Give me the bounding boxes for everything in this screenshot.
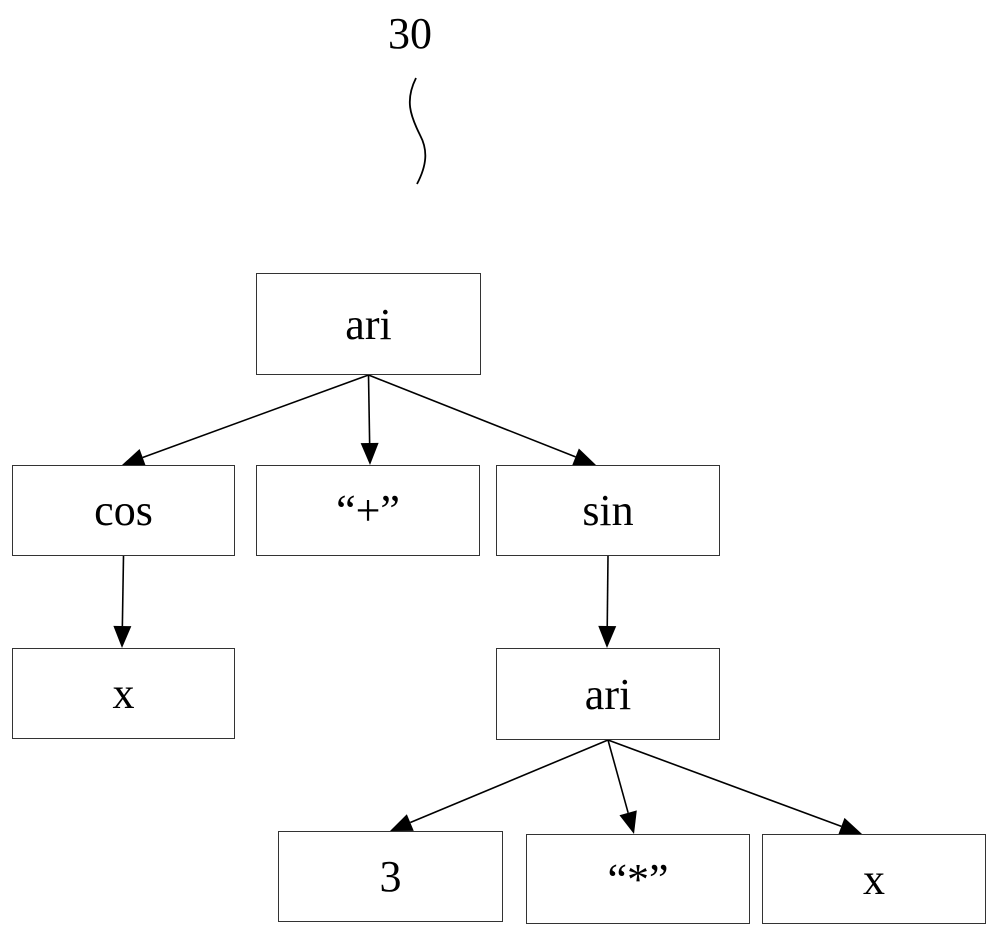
arrowhead-icon <box>390 814 414 831</box>
node-sin: sin <box>496 465 720 556</box>
edge-root-to-cos <box>142 374 369 459</box>
node-plus-operator: “+” <box>256 465 480 556</box>
edge-cos-to-x1 <box>121 555 125 627</box>
arrowhead-icon <box>598 625 617 648</box>
reference-leader-line <box>408 77 427 185</box>
edge-ari2-to-x2 <box>607 739 842 828</box>
node-times-operator: “*” <box>526 834 750 924</box>
node-three: 3 <box>278 831 503 922</box>
edge-ari2-to-times <box>607 739 629 814</box>
node-x-left: x <box>12 648 235 739</box>
node-ari-child: ari <box>496 648 720 740</box>
node-x-right: x <box>762 834 986 924</box>
arrowhead-icon <box>838 817 862 835</box>
arrowhead-icon <box>360 442 379 465</box>
edge-ari2-to-three <box>409 739 609 824</box>
arrowhead-icon <box>619 810 637 834</box>
arrowhead-icon <box>572 448 596 466</box>
node-root-ari: ari <box>256 273 481 375</box>
node-cos: cos <box>12 465 235 556</box>
edge-root-to-plus <box>367 374 371 444</box>
edge-root-to-sin <box>368 374 576 458</box>
edge-sin-to-ari2 <box>606 555 609 627</box>
arrowhead-icon <box>113 625 132 648</box>
arrowhead-icon <box>122 449 146 466</box>
